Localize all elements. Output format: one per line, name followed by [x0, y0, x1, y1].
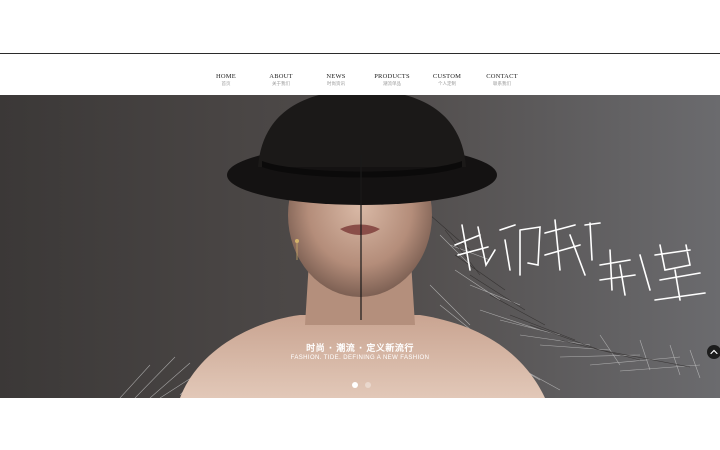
nav-item-contact[interactable]: CONTACT 联系我们	[467, 73, 537, 88]
main-navigation: HOME 首页 ABOUT 关于我们 NEWS 时尚资讯 PRODUCTS 潮流…	[0, 54, 720, 95]
scroll-to-top-button[interactable]	[707, 345, 720, 359]
top-blank-area	[0, 0, 720, 53]
nav-item-contact-label: CONTACT	[486, 73, 518, 80]
hero-banner: 时尚 · 潮流 · 定义新流行 FASHION. TIDE. DEFINING …	[0, 95, 720, 398]
carousel-dot-1-active[interactable]	[352, 382, 358, 388]
chevron-up-icon	[710, 349, 718, 355]
hero-tagline-chinese: 时尚 · 潮流 · 定义新流行	[306, 344, 414, 354]
carousel-dot-2[interactable]	[365, 382, 371, 388]
handwritten-calligraphy	[454, 219, 706, 301]
bottom-blank-area	[0, 398, 720, 450]
hero-tagline-english: FASHION. TIDE. DEFINING A NEW FASHION	[290, 355, 430, 361]
nav-item-contact-sublabel: 联系我们	[493, 82, 511, 87]
